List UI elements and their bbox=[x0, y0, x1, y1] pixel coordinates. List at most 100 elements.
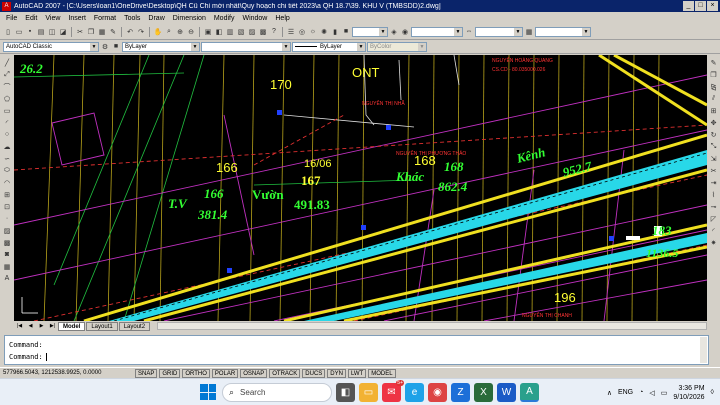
copy-object-icon[interactable]: ❐ bbox=[709, 69, 719, 80]
erase-icon[interactable]: ✎ bbox=[709, 57, 719, 68]
notification-bell-icon[interactable]: ◊ bbox=[711, 389, 714, 396]
first-tab-icon[interactable]: |◀ bbox=[14, 322, 25, 331]
command-scrollbar[interactable] bbox=[700, 337, 707, 363]
chrome-icon[interactable]: ◉ bbox=[428, 382, 447, 402]
array-icon[interactable]: ⊞ bbox=[709, 105, 719, 116]
tab-layout2[interactable]: Layout2 bbox=[118, 321, 151, 331]
menu-window[interactable]: Window bbox=[238, 15, 271, 22]
arc-icon[interactable]: ◜ bbox=[2, 117, 13, 128]
menu-edit[interactable]: Edit bbox=[21, 15, 41, 22]
help-icon[interactable]: ? bbox=[269, 27, 279, 37]
workspace-dropdown[interactable]: AutoCAD Classic ▼ bbox=[3, 41, 99, 52]
file-explorer-icon[interactable]: ▭ bbox=[359, 382, 378, 402]
extend-icon[interactable]: ⇥ bbox=[709, 177, 719, 188]
layer-state-icon[interactable]: ◎ bbox=[297, 27, 307, 37]
fillet-icon[interactable]: ◜ bbox=[709, 225, 719, 236]
light-bulb-icon[interactable]: ☼ bbox=[308, 27, 318, 37]
windows-start-icon[interactable] bbox=[200, 384, 216, 400]
word-icon[interactable]: W bbox=[497, 382, 516, 402]
menu-format[interactable]: Format bbox=[90, 15, 120, 22]
pan-icon[interactable]: ✋ bbox=[153, 27, 163, 37]
last-tab-icon[interactable]: ▶| bbox=[47, 322, 58, 331]
offset-icon[interactable]: ⫽ bbox=[709, 93, 719, 104]
chevron-up-icon[interactable]: ∧ bbox=[607, 389, 612, 397]
region-icon[interactable]: ◙ bbox=[2, 249, 13, 260]
autocad-taskbar-icon[interactable]: A bbox=[520, 382, 539, 402]
menu-insert[interactable]: Insert bbox=[64, 15, 90, 22]
circle-icon[interactable]: ○ bbox=[2, 129, 13, 140]
revision-cloud-icon[interactable]: ☁ bbox=[2, 141, 13, 152]
join-icon[interactable]: ⊸ bbox=[709, 201, 719, 212]
properties-icon[interactable]: ▣ bbox=[203, 27, 213, 37]
new-icon[interactable]: ▯ bbox=[3, 27, 13, 37]
otrack-toggle[interactable]: OTRACK bbox=[269, 368, 301, 378]
trim-icon[interactable]: ✂ bbox=[709, 165, 719, 176]
rectangle-icon[interactable]: ▭ bbox=[2, 105, 13, 116]
spline-icon[interactable]: ∽ bbox=[2, 153, 13, 164]
ortho-toggle[interactable]: ORTHO bbox=[182, 368, 210, 378]
taskbar-search[interactable]: ⌕ Search bbox=[222, 382, 332, 402]
excel-icon[interactable]: X bbox=[474, 382, 493, 402]
snap-toggle[interactable]: SNAP bbox=[135, 368, 158, 378]
undo-icon[interactable]: ↶ bbox=[125, 27, 135, 37]
lock-icon[interactable]: ▮ bbox=[330, 27, 340, 37]
lwt-toggle[interactable]: LWT bbox=[347, 368, 367, 378]
dyn-toggle[interactable]: DYN bbox=[327, 368, 346, 378]
zoom-window-icon[interactable]: ⊕ bbox=[175, 27, 185, 37]
make-block-icon[interactable]: ⊡ bbox=[2, 201, 13, 212]
tab-layout1[interactable]: Layout1 bbox=[86, 321, 118, 331]
menu-view[interactable]: View bbox=[41, 15, 64, 22]
ellipse-icon[interactable]: ⬭ bbox=[2, 165, 13, 176]
command-window[interactable]: Command: Command: bbox=[4, 335, 709, 365]
point-icon[interactable]: · bbox=[2, 213, 13, 224]
print-icon[interactable]: ▤ bbox=[36, 27, 46, 37]
polyline-icon[interactable]: ⌒ bbox=[2, 81, 13, 92]
mail-icon[interactable]: ✉ 5+ bbox=[382, 379, 404, 402]
open-icon[interactable]: ▭ bbox=[14, 27, 24, 37]
line-icon[interactable]: ╱ bbox=[2, 57, 13, 68]
ellipse-arc-icon[interactable]: ◠ bbox=[2, 177, 13, 188]
zalo-icon[interactable]: Z bbox=[451, 382, 470, 402]
layer-dropdown[interactable]: ▼ bbox=[352, 26, 388, 37]
tablestyle-dropdown[interactable]: ▼ bbox=[535, 26, 591, 37]
match-properties-icon[interactable]: ✎ bbox=[108, 27, 118, 37]
sheet-set-icon[interactable]: ▧ bbox=[236, 27, 246, 37]
move-icon[interactable]: ✥ bbox=[709, 117, 719, 128]
cut-icon[interactable]: ✂ bbox=[75, 27, 85, 37]
command-input-line[interactable]: Command: bbox=[9, 351, 704, 363]
polygon-icon[interactable]: ⬠ bbox=[2, 93, 13, 104]
language-indicator[interactable]: ENG bbox=[618, 389, 633, 396]
next-tab-icon[interactable]: ▶ bbox=[36, 322, 47, 331]
linetype-dropdown[interactable]: ▼ bbox=[201, 41, 291, 52]
make-current-layer-icon[interactable]: ◈ bbox=[389, 27, 399, 37]
break-icon[interactable]: ⌇ bbox=[709, 189, 719, 200]
layer-manager-icon[interactable]: ☰ bbox=[286, 27, 296, 37]
style-dropdown[interactable]: ▼ bbox=[411, 26, 463, 37]
table-icon[interactable]: ▦ bbox=[2, 261, 13, 272]
minimize-button[interactable]: _ bbox=[683, 1, 694, 11]
edge-icon[interactable]: e bbox=[405, 382, 424, 402]
drawing-area[interactable]: 26.2 ONT 170 166 168 16/06 167 Vườn 491.… bbox=[14, 55, 707, 321]
ducs-toggle[interactable]: DUCS bbox=[302, 368, 326, 378]
battery-icon[interactable]: ▭ bbox=[661, 389, 668, 397]
clock[interactable]: 3:36 PM 9/10/2026 bbox=[673, 384, 704, 402]
preview-icon[interactable]: ◫ bbox=[47, 27, 57, 37]
menu-dimension[interactable]: Dimension bbox=[169, 15, 210, 22]
dimstyle-dropdown[interactable]: ▼ bbox=[475, 26, 523, 37]
calculator-icon[interactable]: ▩ bbox=[258, 27, 268, 37]
task-view-icon[interactable]: ◧ bbox=[336, 382, 355, 402]
construction-line-icon[interactable]: ⤢ bbox=[2, 69, 13, 80]
grid-toggle[interactable]: GRID bbox=[159, 368, 181, 378]
scale-icon[interactable]: ⤡ bbox=[709, 141, 719, 152]
prev-tab-icon[interactable]: ◀ bbox=[25, 322, 36, 331]
explode-icon[interactable]: ✷ bbox=[709, 237, 719, 248]
color-icon[interactable]: ■ bbox=[111, 42, 121, 52]
color-dropdown[interactable]: ByLayer ▼ bbox=[122, 41, 200, 52]
copy-icon[interactable]: ❐ bbox=[86, 27, 96, 37]
tab-model[interactable]: Model bbox=[58, 321, 86, 331]
chamfer-icon[interactable]: ◸ bbox=[709, 213, 719, 224]
publish-icon[interactable]: ◪ bbox=[58, 27, 68, 37]
close-button[interactable]: × bbox=[707, 1, 718, 11]
horizontal-scrollbar[interactable] bbox=[157, 322, 707, 330]
markup-icon[interactable]: ▨ bbox=[247, 27, 257, 37]
